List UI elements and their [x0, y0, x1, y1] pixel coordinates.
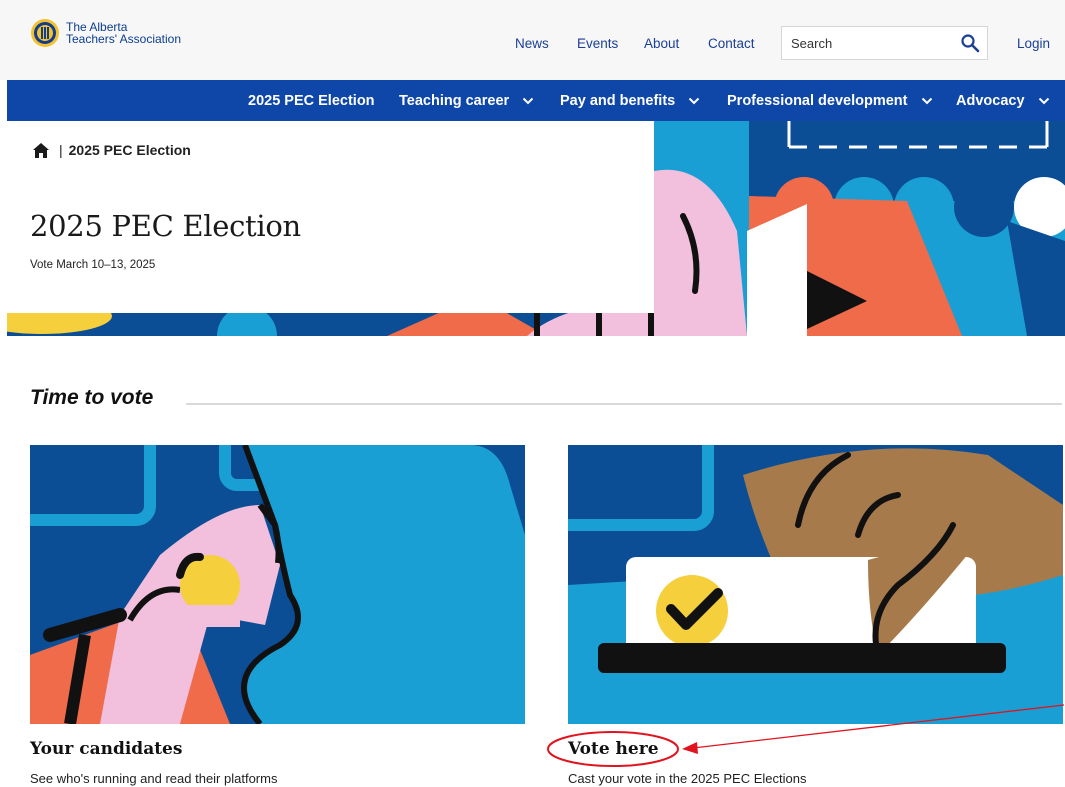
- login-link[interactable]: Login: [1017, 36, 1050, 51]
- section-heading: Time to vote: [30, 386, 154, 409]
- chevron-down-icon: [1038, 97, 1049, 104]
- nav-item-label: Pay and benefits: [560, 92, 676, 109]
- nav-item-label: 2025 PEC Election: [248, 92, 375, 109]
- home-icon[interactable]: [33, 142, 49, 158]
- logo-line-2: Teachers' Association: [66, 32, 182, 46]
- card-vote-here: Vote here Cast your vote in the 2025 PEC…: [568, 445, 1063, 786]
- main-nav: 2025 PEC Election Teaching career Pay an…: [7, 80, 1065, 121]
- card-description: Cast your vote in the 2025 PEC Elections: [568, 771, 807, 786]
- nav-item-teaching-career[interactable]: Teaching career: [399, 80, 534, 121]
- nav-item-label: Teaching career: [399, 92, 510, 109]
- ballot-box-illustration[interactable]: [568, 445, 1063, 724]
- chevron-down-icon: [522, 97, 534, 104]
- page-title: 2025 PEC Election: [30, 209, 301, 243]
- contact-link[interactable]: Contact: [708, 36, 755, 51]
- chevron-down-icon: [689, 97, 700, 104]
- card-title[interactable]: Your candidates: [30, 739, 182, 759]
- events-link[interactable]: Events: [577, 36, 618, 51]
- about-link[interactable]: About: [644, 36, 679, 51]
- logo-wordmark: The Alberta Teachers' Association: [66, 21, 181, 45]
- nav-item-label: Advocacy: [956, 92, 1025, 109]
- ata-crest-icon: [31, 19, 59, 47]
- hero-banner: | 2025 PEC Election 2025 PEC Election Vo…: [7, 121, 1065, 336]
- card-title[interactable]: Vote here: [568, 739, 659, 759]
- search-icon[interactable]: [960, 33, 980, 53]
- breadcrumb: | 2025 PEC Election: [33, 142, 191, 158]
- nav-item-pay-and-benefits[interactable]: Pay and benefits: [560, 80, 700, 121]
- search-input[interactable]: [782, 27, 952, 59]
- top-bar: The Alberta Teachers' Association News E…: [0, 0, 1065, 80]
- search-box: [781, 26, 988, 60]
- ata-logo[interactable]: The Alberta Teachers' Association: [30, 18, 181, 48]
- page: The Alberta Teachers' Association News E…: [0, 0, 1065, 787]
- chevron-down-icon: [921, 97, 932, 104]
- section-divider: [186, 403, 1062, 405]
- card-description: See who's running and read their platfor…: [30, 771, 278, 786]
- breadcrumb-separator: |: [59, 142, 63, 158]
- nav-item-professional-development[interactable]: Professional development: [727, 80, 933, 121]
- card-your-candidates: Your candidates See who's running and re…: [30, 445, 525, 786]
- nav-item-advocacy[interactable]: Advocacy: [956, 80, 1050, 121]
- news-link[interactable]: News: [515, 36, 549, 51]
- nav-item-pec-election[interactable]: 2025 PEC Election: [248, 80, 375, 121]
- page-subtitle: Vote March 10–13, 2025: [30, 259, 156, 271]
- candidates-illustration[interactable]: [30, 445, 525, 724]
- breadcrumb-current: 2025 PEC Election: [68, 142, 191, 158]
- nav-item-label: Professional development: [727, 92, 908, 109]
- hero-card: | 2025 PEC Election 2025 PEC Election Vo…: [7, 121, 654, 313]
